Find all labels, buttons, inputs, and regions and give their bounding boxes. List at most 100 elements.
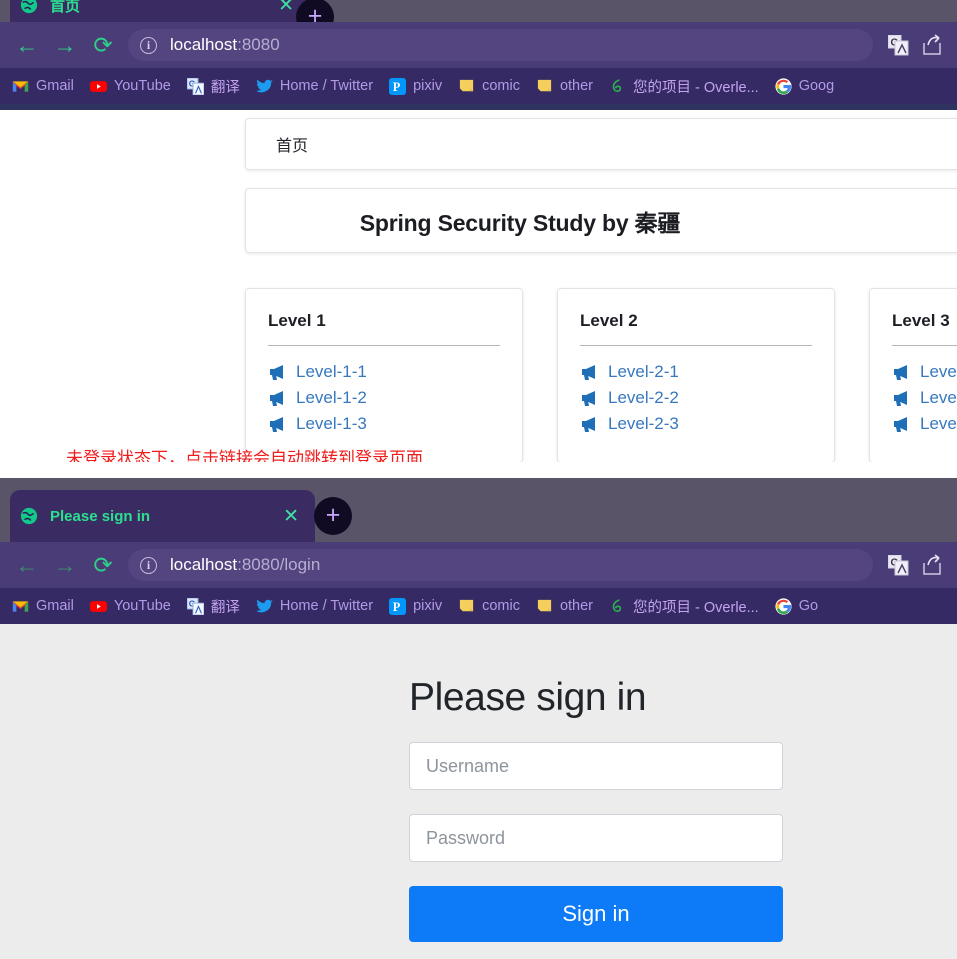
level-link[interactable]: Level-1-1 <box>268 359 500 385</box>
bookmark-google[interactable]: Goog <box>767 72 842 100</box>
bookmark-twitter[interactable]: Home / Twitter <box>248 592 381 620</box>
login-heading: Please sign in <box>409 676 647 719</box>
bookmark-overleaf[interactable]: 您的项目 - Overle... <box>601 72 767 100</box>
megaphone-icon <box>894 391 907 406</box>
info-circle-icon[interactable]: i <box>140 36 157 54</box>
level-link[interactable]: Level-3-1 <box>892 359 957 385</box>
reload-button[interactable]: ⟳ <box>84 546 122 584</box>
bookmark-twitter[interactable]: Home / Twitter <box>248 72 381 100</box>
bookmark-translate[interactable]: G 翻译 <box>179 592 248 620</box>
bookmark-folder-other[interactable]: other <box>528 72 601 100</box>
bookmark-youtube[interactable]: YouTube <box>82 592 179 620</box>
url-text: localhost:8080/login <box>170 555 320 575</box>
bookmark-pixiv[interactable]: P pixiv <box>381 592 450 620</box>
info-circle-icon[interactable]: i <box>140 556 157 574</box>
bookmark-pixiv[interactable]: P pixiv <box>381 72 450 100</box>
level-link[interactable]: Level-2-2 <box>580 385 812 411</box>
page-title: Spring Security Study by 秦疆 <box>359 209 681 236</box>
new-tab-button[interactable]: + <box>314 497 352 535</box>
globe-icon <box>20 507 38 525</box>
level-card-title: Level 3 <box>892 311 950 330</box>
forward-button[interactable]: → <box>46 546 84 584</box>
divider <box>268 345 500 346</box>
url-host: localhost <box>170 35 238 54</box>
youtube-icon <box>89 600 107 612</box>
bookmark-gmail[interactable]: Gmail <box>4 592 82 620</box>
folder-icon <box>459 79 474 91</box>
tab-home[interactable]: 首页 ✕ <box>10 0 310 22</box>
google-translate-icon: G <box>186 597 204 615</box>
google-icon <box>775 597 792 615</box>
megaphone-icon <box>582 365 595 380</box>
url-host: localhost <box>170 555 238 574</box>
password-input[interactable] <box>409 814 783 862</box>
url-path: :8080/login <box>237 555 321 574</box>
close-icon[interactable]: ✕ <box>277 507 305 526</box>
bookmarks-bar-window1: Gmail YouTube G 翻译 Home / Twitter P pixi… <box>0 68 957 104</box>
annotation-text: 未登录状态下，点击链接会自动跳转到登录页面 <box>66 449 423 462</box>
bookmark-label: Go <box>798 598 819 614</box>
username-input[interactable] <box>409 742 783 790</box>
level-link[interactable]: Level-2-1 <box>580 359 812 385</box>
bookmark-label: pixiv <box>413 598 443 614</box>
translate-icon[interactable]: G <box>881 548 915 582</box>
toolbar-actions-window2: G <box>881 548 949 582</box>
folder-icon <box>537 79 552 91</box>
share-icon[interactable] <box>915 548 949 582</box>
toolbar-window2: ← → ⟳ i localhost:8080/login G <box>0 542 957 588</box>
folder-icon <box>537 599 552 611</box>
pixiv-icon: P <box>389 77 407 95</box>
translate-icon[interactable]: G <box>881 28 915 62</box>
bookmark-folder-comic[interactable]: comic <box>450 592 528 620</box>
reload-button[interactable]: ⟳ <box>84 26 122 64</box>
bookmark-gmail[interactable]: Gmail <box>4 72 82 100</box>
login-page-content: Please sign in Sign in <box>0 624 957 959</box>
sign-in-button[interactable]: Sign in <box>409 886 783 942</box>
bookmark-folder-other[interactable]: other <box>528 592 601 620</box>
megaphone-icon <box>582 391 595 406</box>
level-link[interactable]: Level-1-3 <box>268 411 500 437</box>
pixiv-icon: P <box>389 597 407 615</box>
bookmark-overleaf[interactable]: 您的项目 - Overle... <box>601 592 767 620</box>
bookmark-translate[interactable]: G 翻译 <box>179 72 248 100</box>
level-link-label: Level-2-3 <box>608 414 679 433</box>
bookmark-google[interactable]: Go <box>767 592 826 620</box>
bookmark-label: comic <box>482 78 520 94</box>
twitter-icon <box>255 599 273 612</box>
level-card-title: Level 1 <box>268 311 326 330</box>
level-card-title: Level 2 <box>580 311 638 330</box>
bookmark-label: YouTube <box>113 78 171 94</box>
back-button[interactable]: ← <box>8 546 46 584</box>
megaphone-icon <box>270 391 283 406</box>
bookmark-label: 翻译 <box>210 79 240 96</box>
tab-please-sign-in[interactable]: Please sign in ✕ <box>10 490 315 542</box>
address-bar[interactable]: i localhost:8080 <box>128 29 873 61</box>
level-link[interactable]: Level-3-2 <box>892 385 957 411</box>
level-link[interactable]: Level-3-3 <box>892 411 957 437</box>
megaphone-icon <box>270 365 283 380</box>
level-link-label: Level-2-1 <box>608 362 679 381</box>
divider <box>892 345 957 346</box>
back-button[interactable]: ← <box>8 26 46 64</box>
nav-link-home[interactable]: 首页 <box>276 132 308 156</box>
tab-strip-window2: Please sign in ✕ + <box>0 478 957 542</box>
youtube-icon <box>89 80 107 92</box>
address-bar[interactable]: i localhost:8080/login <box>128 549 873 581</box>
bookmark-label: 翻译 <box>210 599 240 616</box>
bookmark-folder-comic[interactable]: comic <box>450 72 528 100</box>
gmail-icon <box>12 80 29 92</box>
level-link[interactable]: Level-2-3 <box>580 411 812 437</box>
bookmark-label: Home / Twitter <box>279 598 374 614</box>
level-link-label: Level-1-2 <box>296 388 367 407</box>
forward-button[interactable]: → <box>46 26 84 64</box>
level-link[interactable]: Level-1-2 <box>268 385 500 411</box>
bookmark-youtube[interactable]: YouTube <box>82 72 179 100</box>
share-icon[interactable] <box>915 28 949 62</box>
level-card-1: Level 1 Level-1-1 Level-1-2 Level-1-3 <box>245 288 523 462</box>
divider <box>580 345 812 346</box>
login-form: Please sign in Sign in <box>409 676 783 942</box>
twitter-icon <box>255 79 273 92</box>
level-cards-row: Level 1 Level-1-1 Level-1-2 Level-1-3 Le… <box>245 288 957 462</box>
megaphone-icon <box>894 365 907 380</box>
svg-text:P: P <box>393 80 401 94</box>
